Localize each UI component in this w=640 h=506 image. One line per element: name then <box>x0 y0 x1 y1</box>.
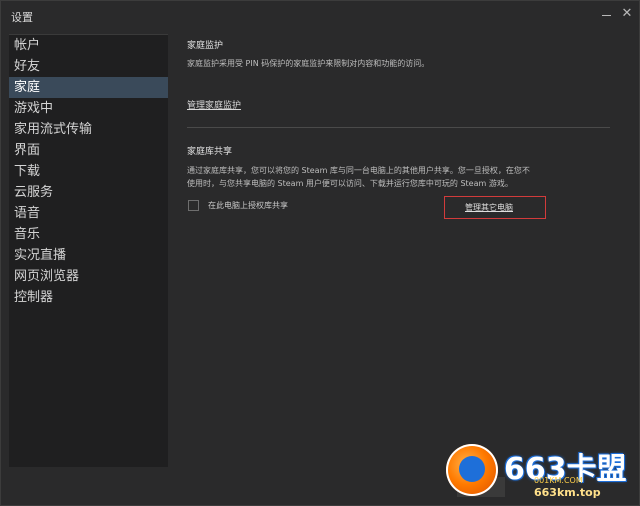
sidebar-item-controller[interactable]: 控制器 <box>9 287 168 308</box>
minimize-icon <box>602 15 611 16</box>
sidebar-item-account[interactable]: 帐户 <box>9 35 168 56</box>
sidebar-item-cloud[interactable]: 云服务 <box>9 182 168 203</box>
title-bar[interactable]: 设置 ✕ <box>1 1 639 31</box>
manage-other-computers-link[interactable]: 管理其它电脑 <box>465 202 513 213</box>
watermark: 663卡盟 001KM.COM 663km.top <box>446 440 636 504</box>
sidebar-item-friends[interactable]: 好友 <box>9 56 168 77</box>
sidebar-item-web-browser[interactable]: 网页浏览器 <box>9 266 168 287</box>
library-sharing-description-line2: 使用时，与您共享电脑的 Steam 用户便可以访问、下载并运行您库中可玩的 St… <box>187 179 513 188</box>
authorize-library-sharing-checkbox[interactable] <box>188 200 199 211</box>
family-view-description: 家庭监护采用受 PIN 码保护的家庭监护来限制对内容和功能的访问。 <box>187 59 430 68</box>
manage-other-computers-highlight: 管理其它电脑 <box>444 196 546 219</box>
section-divider <box>187 127 610 128</box>
sidebar-item-voice[interactable]: 语音 <box>9 203 168 224</box>
settings-window: 设置 ✕ 帐户 好友 家庭 游戏中 家用流式传输 界面 下载 云服务 语音 音乐… <box>0 0 640 506</box>
sidebar-item-interface[interactable]: 界面 <box>9 140 168 161</box>
sidebar-item-family[interactable]: 家庭 <box>9 77 168 98</box>
family-view-title: 家庭监护 <box>187 41 224 51</box>
manage-family-view-link[interactable]: 管理家庭监护 <box>187 98 241 111</box>
library-sharing-title: 家庭库共享 <box>187 147 233 157</box>
family-settings-panel: 家庭监护 家庭监护采用受 PIN 码保护的家庭监护来限制对内容和功能的访问。 管… <box>177 34 617 466</box>
watermark-logo-inner <box>459 456 485 482</box>
close-button[interactable]: ✕ <box>619 6 635 22</box>
sidebar-item-downloads[interactable]: 下载 <box>9 161 168 182</box>
sidebar-item-music[interactable]: 音乐 <box>9 224 168 245</box>
sidebar-item-broadcasting[interactable]: 实况直播 <box>9 245 168 266</box>
watermark-logo-icon <box>446 444 498 496</box>
library-sharing-description-line1: 通过家庭库共享，您可以将您的 Steam 库与同一台电脑上的其他用户共享。您一旦… <box>187 166 530 175</box>
window-title: 设置 <box>11 11 33 24</box>
watermark-domain: 663km.top <box>534 486 601 499</box>
sidebar-item-in-home-streaming[interactable]: 家用流式传输 <box>9 119 168 140</box>
settings-sidebar: 帐户 好友 家庭 游戏中 家用流式传输 界面 下载 云服务 语音 音乐 实况直播… <box>9 34 168 467</box>
watermark-small-text: 001KM.COM <box>534 476 583 485</box>
authorize-library-sharing-label[interactable]: 在此电脑上授权库共享 <box>208 200 288 211</box>
minimize-button[interactable] <box>599 6 615 22</box>
sidebar-item-in-game[interactable]: 游戏中 <box>9 98 168 119</box>
